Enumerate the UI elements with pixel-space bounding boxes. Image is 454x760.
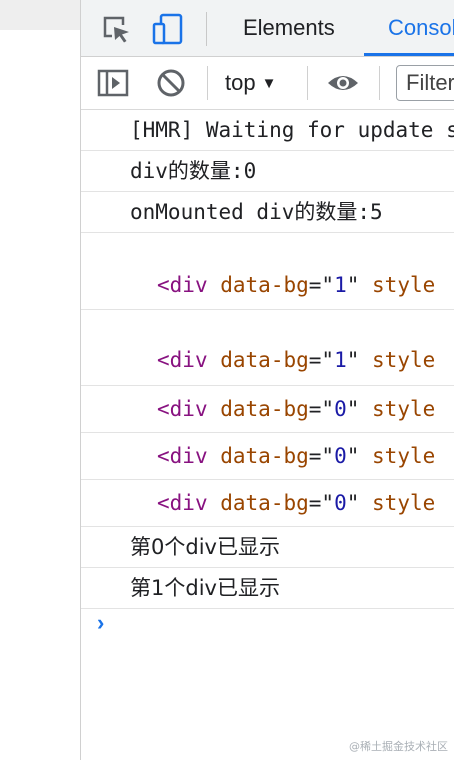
clear-console-icon[interactable] [155, 67, 189, 101]
filter-placeholder: Filter [406, 70, 454, 95]
devtools-panel: Elements Console top ▼ [81, 0, 454, 760]
toolbar-divider-3 [379, 66, 380, 100]
inspect-element-icon[interactable] [99, 12, 133, 46]
node-tag-open: <div [157, 397, 208, 421]
node-tag-open: <div [157, 348, 208, 372]
tab-console[interactable]: Console [364, 0, 454, 56]
console-message-text: onMounted div的数量:5 [130, 200, 383, 224]
logged-dom-node[interactable]: <div data-bg="1" style [81, 233, 454, 310]
console-message: div的数量:0 [81, 151, 454, 192]
node-attr-truncated: style [372, 444, 436, 468]
logged-dom-node[interactable]: <div data-bg="1" style [81, 310, 454, 386]
console-message-text: div的数量:0 [130, 159, 257, 183]
node-attr-name: data-bg [220, 273, 309, 297]
node-attr-name: data-bg [220, 444, 309, 468]
node-attr-value: 0 [334, 444, 347, 468]
tabbar-divider [206, 12, 207, 46]
device-toolbar-icon[interactable] [151, 12, 185, 46]
live-expression-eye-icon[interactable] [326, 67, 360, 101]
node-attr-name: data-bg [220, 491, 309, 515]
node-attr-truncated: style [372, 491, 436, 515]
console-message-text: 第0个div已显示 [130, 535, 280, 559]
caret-down-icon: ▼ [261, 75, 277, 92]
console-prompt-icon[interactable]: › [97, 610, 104, 636]
toolbar-divider-1 [207, 66, 208, 100]
context-selector-value: top [225, 70, 256, 95]
node-tag-open: <div [157, 273, 208, 297]
logged-dom-node[interactable]: <div data-bg="0" style [81, 480, 454, 527]
console-message-text: [HMR] Waiting for update signal from WDS… [130, 118, 454, 142]
node-attr-truncated: style [372, 397, 436, 421]
context-selector[interactable]: top ▼ [225, 57, 276, 109]
node-attr-value: 1 [334, 348, 347, 372]
console-message-text: 第1个div已显示 [130, 576, 280, 600]
node-attr-name: data-bg [220, 348, 309, 372]
node-attr-value: 1 [334, 273, 347, 297]
watermark: @稀土掘金技术社区 [349, 740, 448, 753]
page-content-pane [0, 0, 81, 760]
logged-dom-node[interactable]: <div data-bg="0" style [81, 386, 454, 433]
console-message: [HMR] Waiting for update signal from WDS… [81, 110, 454, 151]
console-message: onMounted div的数量:5 [81, 192, 454, 233]
tab-elements-label: Elements [243, 15, 335, 40]
show-sidebar-icon[interactable] [97, 67, 131, 101]
node-attr-truncated: style [372, 348, 436, 372]
node-attr-value: 0 [334, 491, 347, 515]
node-tag-open: <div [157, 444, 208, 468]
console-output: [HMR] Waiting for update signal from WDS… [81, 110, 454, 635]
tab-elements[interactable]: Elements [243, 0, 335, 56]
node-tag-open: <div [157, 491, 208, 515]
console-toolbar: top ▼ Filter [81, 57, 454, 110]
node-attr-truncated: style [372, 273, 436, 297]
console-message: 第1个div已显示 [81, 568, 454, 609]
node-attr-value: 0 [334, 397, 347, 421]
devtools-tabbar: Elements Console [81, 0, 454, 57]
tab-console-label: Console [388, 15, 454, 40]
toolbar-divider-2 [307, 66, 308, 100]
node-attr-name: data-bg [220, 397, 309, 421]
console-message: 第0个div已显示 [81, 527, 454, 568]
logged-dom-node[interactable]: <div data-bg="0" style [81, 433, 454, 480]
page-header-strip [0, 0, 80, 30]
filter-input[interactable]: Filter [396, 65, 454, 101]
active-tab-indicator [364, 53, 454, 56]
